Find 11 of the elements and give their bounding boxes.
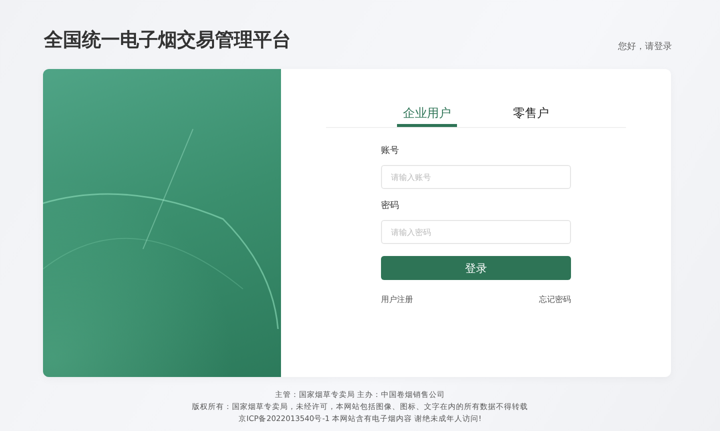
- login-tab[interactable]: 企业用户: [397, 105, 457, 127]
- login-button[interactable]: 登录: [381, 256, 571, 280]
- input-field[interactable]: 请输入密码: [381, 220, 571, 244]
- login-tab[interactable]: 零售户: [507, 105, 555, 127]
- register-link[interactable]: 用户注册: [381, 294, 413, 305]
- input-field[interactable]: 请输入账号: [381, 165, 571, 189]
- greeting-text: 您好，请登录: [618, 40, 672, 53]
- field-label: 账号: [381, 144, 400, 157]
- forgot-password-link[interactable]: 忘记密码: [539, 294, 571, 305]
- site-title: 全国统一电子烟交易管理平台: [44, 28, 291, 53]
- field-label: 密码: [381, 200, 400, 212]
